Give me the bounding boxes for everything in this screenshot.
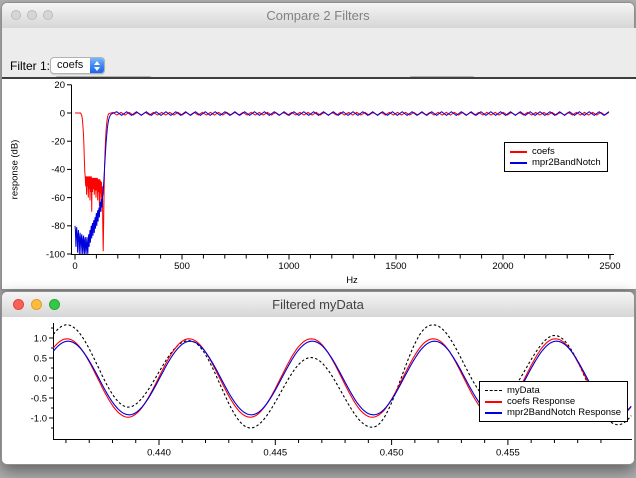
filter1-label: Filter 1: [10,59,50,74]
svg-text:0.445: 0.445 [263,448,287,459]
frequency-response-chart: 20 0 -20 -40 -60 -80 -100 0 500 1000 1500 2000 2500 [2,79,636,289]
compare-filters-titlebar[interactable]: Compare 2 Filters [2,3,634,29]
filter1-popup[interactable]: coefs [50,57,105,74]
legend-label: coefs Response [507,396,575,407]
svg-text:-20: -20 [51,137,65,148]
legend-line-sample [485,412,502,414]
legend-item: coefs [510,146,601,157]
svg-text:500: 500 [174,261,190,272]
legend-line-sample [510,162,527,164]
desktop-background: { "window1": { "title": "Compare 2 Filte… [0,0,636,478]
y-axis-title: response (dB) [10,115,23,225]
svg-text:-0.5: -0.5 [31,393,47,404]
svg-text:1500: 1500 [385,261,406,272]
x-axis-title: Hz [332,275,372,286]
window-title: Compare 2 Filters [2,3,634,28]
svg-text:2500: 2500 [599,261,620,272]
legend-item: mpr2BandNotch Response [485,407,621,418]
svg-text:0.5: 0.5 [34,353,47,364]
filter1-value: coefs [51,58,90,73]
time-plot-area: 1.0 0.5 0.0 -0.5 -1.0 0.440 0.445 0.450 0.455 my… [2,317,634,464]
legend-item: myData [485,385,621,396]
legend-item: mpr2BandNotch [510,157,601,168]
svg-text:-40: -40 [51,165,65,176]
legend-dashed-line-sample [485,390,502,391]
legend-label: coefs [532,146,555,157]
filtered-mydata-window: Filtered myData 1.0 0.5 0.0 -0.5 -1.0 0.440 0.… [1,291,635,465]
svg-text:-1.0: -1.0 [31,413,47,424]
legend-label: mpr2BandNotch Response [507,407,621,418]
svg-text:1000: 1000 [278,261,299,272]
response-plot-area: 200-20-40-60-80-10005001000150020002500 … [2,79,636,289]
filtered-mydata-titlebar[interactable]: Filtered myData [2,292,634,318]
svg-text:-100: -100 [46,249,65,260]
chevron-up-icon [94,61,100,65]
time-chart-legend: myData coefs Response mpr2BandNotch Resp… [479,381,628,422]
svg-text:1.0: 1.0 [34,333,47,344]
window-title: Filtered myData [2,292,634,317]
svg-text:0.455: 0.455 [496,448,520,459]
svg-text:-60: -60 [51,193,65,204]
svg-text:0.440: 0.440 [147,448,171,459]
svg-text:0: 0 [72,261,77,272]
svg-text:2000: 2000 [492,261,513,272]
legend-label: mpr2BandNotch [532,157,601,168]
svg-text:0: 0 [60,108,65,119]
compare-filters-window: Compare 2 Filters Filter 1: coefs Filter… [1,2,635,290]
response-chart-legend: coefs mpr2BandNotch [504,142,608,172]
legend-label: myData [507,385,540,396]
stepper-icon [90,58,104,73]
svg-text:20: 20 [54,80,65,91]
legend-item: coefs Response [485,396,621,407]
svg-text:-80: -80 [51,221,65,232]
chevron-down-icon [94,67,100,71]
legend-line-sample [485,401,502,403]
svg-text:0.0: 0.0 [34,373,47,384]
filter-controls-panel: Filter 1: coefs Filter 2: mpr2BandNotch … [2,28,636,77]
legend-line-sample [510,151,527,153]
svg-text:0.450: 0.450 [380,448,404,459]
